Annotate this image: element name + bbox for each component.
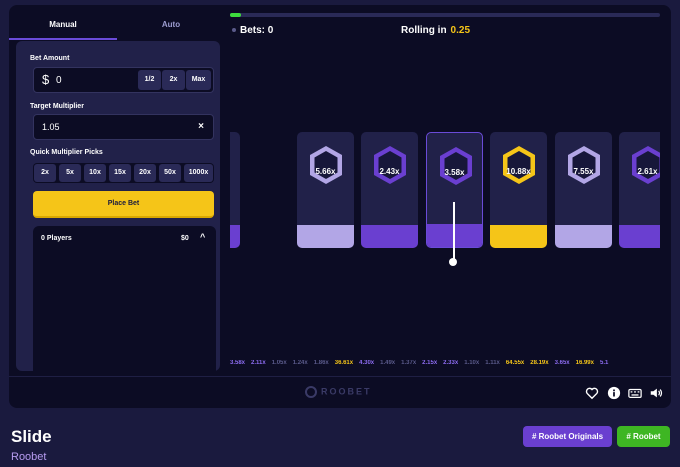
card-multiplier: 2.51x [230, 167, 240, 176]
multiplier-history: 3.58x 2.11x 1.05x 1.24x 1.86x 36.61x 4.30x 1.49… [230, 360, 660, 370]
tab-manual[interactable]: Manual [9, 5, 117, 40]
card-multiplier: 2.61x [637, 167, 658, 176]
quick-pick-10x[interactable]: 10x [84, 164, 106, 182]
card-color-bar [555, 225, 612, 248]
multiplier-card: 10.88x [490, 132, 547, 248]
bet-panel: Manual Auto Bet Amount $ 0 1/2 2x Max Ta… [9, 5, 227, 395]
bets-label: Bets: [240, 25, 266, 36]
history-item: 64.55x [505, 360, 525, 366]
multiplier-card: 5.66x [297, 132, 354, 248]
quick-pick-20x[interactable]: 20x [134, 164, 156, 182]
rolling-countdown: 0.25 [450, 25, 471, 36]
card-color-bar [619, 225, 660, 248]
history-item: 1.11x [485, 360, 500, 366]
history-item: 3.58x [230, 360, 246, 366]
history-item: 4.30x [359, 360, 375, 366]
roobet-logo: ROOBET [305, 386, 372, 398]
history-item: 2.11x [251, 360, 266, 366]
keyboard-icon[interactable] [628, 386, 642, 400]
card-multiplier: 2.43x [379, 167, 400, 176]
multiplier-card: 2.43x [361, 132, 418, 248]
target-multiplier-field: 1.05 × [33, 114, 214, 140]
tab-auto[interactable]: Auto [117, 5, 225, 38]
chevron-up-icon[interactable]: ^ [200, 232, 205, 242]
quick-pick-50x[interactable]: 50x [159, 164, 181, 182]
tag-roobet-originals[interactable]: # Roobet Originals [523, 426, 612, 447]
panel-body: Bet Amount $ 0 1/2 2x Max Target Multipl… [16, 41, 220, 395]
bet-amount-label: Bet Amount [30, 55, 70, 62]
history-item: 1.37x [401, 360, 417, 366]
card-multiplier: 3.58x [444, 168, 465, 177]
bet-amount-field: $ 0 1/2 2x Max [33, 67, 214, 93]
history-item: 1.05x [271, 360, 287, 366]
quick-picks-group: 2x 5x 10x 15x 20x 50x 1000x [33, 163, 214, 183]
selection-pointer-dot [449, 258, 457, 266]
quick-pick-15x[interactable]: 15x [109, 164, 131, 182]
max-bet-button[interactable]: Max [186, 70, 211, 90]
mode-tabs: Manual Auto [9, 5, 227, 40]
game-title: Slide [11, 427, 52, 446]
card-color-bar [297, 225, 354, 248]
hexagon-icon [632, 146, 660, 184]
history-item: 2.15x [422, 360, 438, 366]
hexagon-icon [568, 146, 600, 184]
speaker-icon[interactable] [649, 386, 663, 400]
target-multiplier-input[interactable]: 1.05 [42, 122, 60, 132]
quick-pick-1000x[interactable]: 1000x [184, 164, 213, 182]
tag-roobet[interactable]: # Roobet [617, 426, 670, 447]
round-progress-bar [230, 13, 660, 17]
dollar-icon: $ [42, 72, 50, 87]
history-item: 1.49x [380, 360, 396, 366]
history-item: 3.65x [554, 360, 570, 366]
players-count: 0 Players [41, 235, 72, 242]
history-item: 2.33x [443, 360, 459, 366]
card-multiplier: 7.55x [573, 167, 594, 176]
status-dot-icon [232, 28, 236, 33]
history-item: 1.10x [464, 360, 480, 366]
multiplier-card: 2.51x [230, 132, 240, 248]
round-progress-fill [230, 13, 241, 17]
heart-icon[interactable] [585, 386, 599, 400]
history-item: 36.61x [334, 360, 354, 366]
quick-picks-label: Quick Multiplier Picks [30, 149, 103, 156]
bets-value: 0 [267, 25, 274, 36]
card-color-bar [490, 225, 547, 248]
place-bet-button[interactable]: Place Bet [33, 191, 214, 218]
bets-indicator: Bets: 0 [232, 25, 273, 36]
history-item: 1.24x [292, 360, 308, 366]
history-item: 5.1 [599, 360, 609, 366]
hexagon-icon [374, 146, 406, 184]
multiplier-track: 2.51x 5.66x 2.43x 3.58x 10.88x 7.55x 2.61x [230, 132, 660, 272]
rolling-indicator: Rolling in 0.25 [401, 25, 470, 36]
target-multiplier-label: Target Multiplier [30, 103, 84, 110]
clear-icon[interactable]: × [198, 121, 204, 132]
game-footer: ROOBET [9, 376, 671, 408]
history-item: 16.99x [575, 360, 594, 366]
game-provider-link[interactable]: Roobet [11, 451, 46, 463]
info-icon[interactable] [607, 386, 621, 400]
card-multiplier: 10.88x [506, 167, 531, 176]
half-bet-button[interactable]: 1/2 [138, 70, 161, 90]
quick-pick-5x[interactable]: 5x [59, 164, 81, 182]
hexagon-icon [440, 147, 472, 185]
hexagon-icon [310, 146, 342, 184]
game-container: Manual Auto Bet Amount $ 0 1/2 2x Max Ta… [9, 5, 671, 408]
history-item: 1.86x [313, 360, 329, 366]
double-bet-button[interactable]: 2x [162, 70, 185, 90]
rolling-label: Rolling in [401, 25, 447, 36]
card-multiplier: 5.66x [315, 167, 336, 176]
brand-label: ROOBET [321, 386, 372, 397]
logo-mark-icon [305, 386, 317, 398]
quick-pick-2x[interactable]: 2x [34, 164, 56, 182]
multiplier-card: 7.55x [555, 132, 612, 248]
multiplier-card: 2.61x [619, 132, 660, 248]
bet-amount-input[interactable]: 0 [56, 75, 62, 86]
hexagon-icon [503, 146, 535, 184]
players-total: $0 [181, 235, 189, 242]
history-item: 28.19x [530, 360, 549, 366]
card-color-bar [230, 225, 240, 248]
players-panel: 0 Players $0 ^ [33, 226, 216, 395]
card-color-bar [361, 225, 418, 248]
selection-pointer-line [453, 202, 455, 262]
